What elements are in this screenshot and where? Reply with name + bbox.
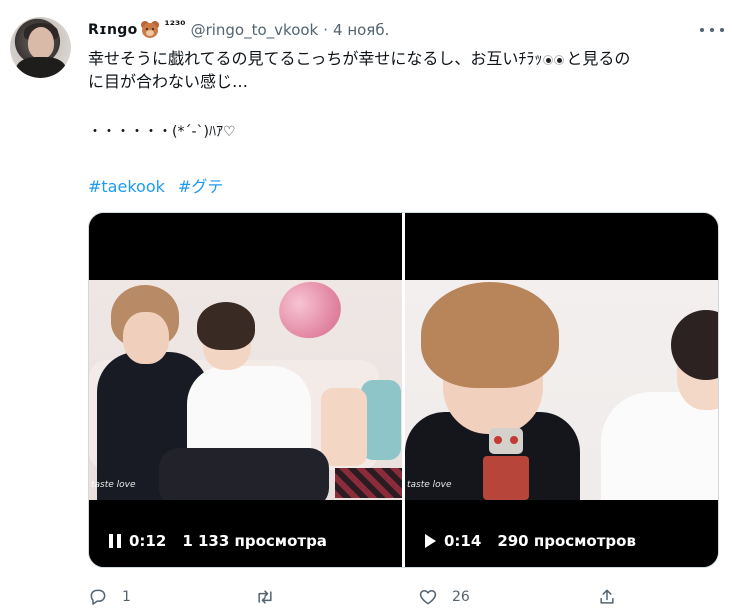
retweet-icon <box>258 590 272 604</box>
display-name[interactable]: Rɪngo <box>88 22 138 38</box>
hashtag-gute[interactable]: #グテ <box>178 177 223 196</box>
video-watermark: taste love <box>407 480 452 490</box>
display-name-suffix: ¹²³⁰ <box>164 18 186 32</box>
reply-button[interactable]: 1 <box>88 584 131 610</box>
video-frame-2: taste love <box>405 280 718 500</box>
video-time: 0:14 <box>444 532 482 550</box>
media-grid: taste love 0:12 1 133 просмотра taste lo… <box>88 212 719 568</box>
timestamp[interactable]: 4 нояб. <box>333 21 389 39</box>
tweet-text: 幸せそうに戯れてるの見てるこっちが幸せになるし、お互いﾁﾗｯ と見るの に目が合わ… <box>88 47 718 93</box>
pants <box>159 448 329 500</box>
rug <box>335 468 402 498</box>
hashtags: #taekook #グテ <box>88 173 231 197</box>
avatar-face <box>28 27 54 59</box>
tweet-text-line1-end: と見るの <box>566 49 631 68</box>
video-controls-1: 0:12 1 133 просмотра <box>89 523 327 559</box>
video-watermark: taste love <box>91 480 136 490</box>
more-options-icon[interactable] <box>700 22 724 38</box>
video-time: 0:12 <box>129 532 167 550</box>
video-views: 290 просмотров <box>497 532 636 550</box>
share-icon <box>600 589 614 604</box>
play-icon[interactable] <box>425 534 436 548</box>
like-count: 26 <box>452 589 470 605</box>
heart-balloon <box>273 280 347 344</box>
cushion <box>361 380 401 460</box>
cushion <box>321 388 367 466</box>
person-hair <box>421 282 559 388</box>
video-player-1[interactable]: taste love 0:12 1 133 просмотра <box>89 213 402 567</box>
bear-face-icon <box>140 20 160 40</box>
toy-robot <box>483 428 529 500</box>
tweet-text-line3: ・・・・・・(*´-`)ﾊｱ♡ <box>88 124 236 140</box>
video-views: 1 133 просмотра <box>182 532 327 550</box>
avatar[interactable] <box>10 17 71 78</box>
tweet[interactable]: Rɪngo ¹²³⁰ @ringo_to_vkook · 4 нояб. 幸せそ… <box>0 0 732 611</box>
tweet-header: Rɪngo ¹²³⁰ @ringo_to_vkook · 4 нояб. <box>88 18 389 42</box>
tweet-text-line1: 幸せそうに戯れてるの見てるこっちが幸せになるし、お互いﾁﾗｯ <box>88 49 543 68</box>
person-face <box>123 312 169 364</box>
user-handle[interactable]: @ringo_to_vkook <box>191 21 319 39</box>
reply-icon <box>90 589 106 605</box>
avatar-body <box>16 57 66 78</box>
retweet-button[interactable] <box>254 584 290 610</box>
share-button[interactable] <box>597 584 617 610</box>
like-button[interactable]: 26 <box>418 584 470 610</box>
eyes-icon <box>543 54 565 66</box>
video-player-2[interactable]: taste love 0:14 290 просмотров <box>405 213 718 567</box>
video-controls-2: 0:14 290 просмотров <box>405 523 636 559</box>
video-frame-1: taste love <box>89 280 402 500</box>
tweet-text-line2: に目が合わない感じ… <box>88 72 249 91</box>
separator-dot: · <box>323 21 329 39</box>
pause-icon[interactable] <box>109 534 121 548</box>
tweet-actions: 1 26 <box>88 584 718 610</box>
person-hair <box>197 302 255 350</box>
heart-icon <box>419 590 437 605</box>
reply-count: 1 <box>122 589 131 605</box>
hashtag-taekook[interactable]: #taekook <box>88 177 165 196</box>
